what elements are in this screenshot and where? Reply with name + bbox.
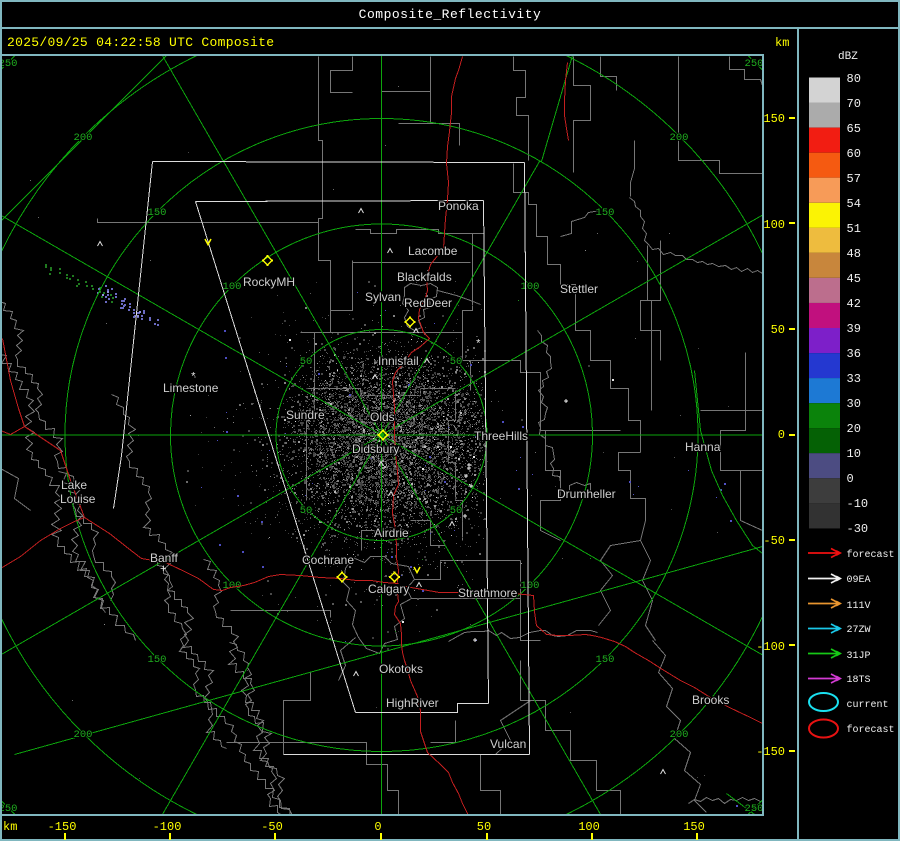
svg-text:20: 20: [847, 422, 861, 436]
svg-text:50: 50: [450, 356, 463, 368]
svg-text:Stettler: Stettler: [560, 282, 598, 296]
svg-text:57: 57: [847, 172, 861, 186]
svg-text:54: 54: [847, 197, 861, 211]
svg-text:forecast: forecast: [847, 549, 895, 561]
svg-text:50: 50: [300, 356, 313, 368]
svg-text:50: 50: [450, 505, 463, 517]
svg-text:Ponoka: Ponoka: [438, 199, 479, 213]
svg-text:-10: -10: [847, 497, 869, 511]
svg-text:250: 250: [0, 58, 17, 70]
svg-text:Louise: Louise: [60, 492, 96, 506]
svg-text:Drumheller: Drumheller: [557, 487, 616, 501]
svg-text:forecast: forecast: [847, 724, 895, 736]
svg-text:50: 50: [300, 505, 313, 517]
svg-text:250: 250: [0, 803, 17, 815]
svg-text:RockyMH: RockyMH: [243, 275, 295, 289]
svg-text:50: 50: [771, 323, 785, 337]
svg-text:09EA: 09EA: [847, 575, 871, 586]
svg-text:51: 51: [847, 222, 861, 236]
svg-text:-150: -150: [756, 745, 785, 759]
svg-text:2025/09/25 04:22:58 UTC Compos: 2025/09/25 04:22:58 UTC Composite: [7, 35, 274, 50]
svg-text:250: 250: [745, 58, 764, 70]
svg-text:250: 250: [745, 803, 764, 815]
svg-text:10: 10: [847, 447, 861, 461]
svg-text:-150: -150: [48, 820, 77, 834]
svg-text:Calgary: Calgary: [368, 582, 409, 596]
svg-text:150: 150: [596, 207, 615, 219]
svg-text:18TS: 18TS: [847, 675, 871, 686]
svg-text:*: *: [475, 339, 482, 351]
svg-text:-100: -100: [756, 640, 785, 654]
svg-text:150: 150: [596, 654, 615, 666]
svg-text:km: km: [775, 36, 789, 50]
svg-text:150: 150: [763, 112, 785, 126]
svg-text:100: 100: [223, 281, 242, 293]
svg-text:30: 30: [847, 397, 861, 411]
svg-text:36: 36: [847, 347, 861, 361]
svg-text:100: 100: [763, 218, 785, 232]
svg-text:-100: -100: [153, 820, 182, 834]
svg-text:current: current: [847, 700, 889, 711]
svg-text:80: 80: [847, 72, 861, 86]
svg-text:RedDeer: RedDeer: [404, 296, 452, 310]
svg-text:Sundre: Sundre: [286, 408, 325, 422]
svg-text:70: 70: [847, 97, 861, 111]
svg-text:45: 45: [847, 272, 861, 286]
svg-text:0: 0: [374, 820, 381, 834]
svg-text:50: 50: [477, 820, 491, 834]
svg-text:48: 48: [847, 247, 861, 261]
svg-text:Strathmore: Strathmore: [458, 586, 518, 600]
svg-text:27ZW: 27ZW: [847, 625, 871, 636]
svg-text:33: 33: [847, 372, 861, 386]
svg-text:31JP: 31JP: [847, 651, 871, 662]
svg-text:200: 200: [74, 132, 93, 144]
svg-text:Okotoks: Okotoks: [379, 662, 423, 676]
svg-text:Brooks: Brooks: [692, 693, 729, 707]
svg-text:Blackfalds: Blackfalds: [397, 270, 452, 284]
svg-text:Composite_Reflectivity: Composite_Reflectivity: [359, 7, 542, 22]
svg-text:-50: -50: [261, 820, 283, 834]
svg-text:150: 150: [683, 820, 705, 834]
svg-text:ThreeHills: ThreeHills: [474, 429, 528, 443]
svg-text:100: 100: [578, 820, 600, 834]
svg-text:Vulcan: Vulcan: [490, 737, 526, 751]
svg-text:200: 200: [670, 729, 689, 741]
svg-text:0: 0: [778, 428, 785, 442]
svg-text:Olds: Olds: [370, 410, 395, 424]
svg-text:-30: -30: [847, 522, 869, 536]
svg-text:60: 60: [847, 147, 861, 161]
svg-text:+: +: [160, 564, 167, 576]
svg-text:42: 42: [847, 297, 861, 311]
svg-text:65: 65: [847, 122, 861, 136]
svg-text:150: 150: [148, 207, 167, 219]
svg-text:0: 0: [847, 472, 854, 486]
svg-text:Lake: Lake: [61, 478, 87, 492]
svg-text:km: km: [3, 820, 17, 834]
svg-text:39: 39: [847, 322, 861, 336]
svg-text:150: 150: [148, 654, 167, 666]
svg-text:HighRiver: HighRiver: [386, 696, 439, 710]
svg-text:Lacombe: Lacombe: [408, 244, 458, 258]
svg-text:Banff: Banff: [150, 551, 178, 565]
svg-text:Airdrie: Airdrie: [374, 526, 409, 540]
svg-text:100: 100: [521, 580, 540, 592]
svg-text:200: 200: [74, 729, 93, 741]
svg-text:-50: -50: [763, 534, 785, 548]
svg-text:Innisfail: Innisfail: [378, 354, 419, 368]
svg-text:Didsbury: Didsbury: [352, 442, 399, 456]
svg-text:100: 100: [521, 281, 540, 293]
svg-text:111V: 111V: [847, 601, 871, 612]
svg-text:200: 200: [670, 132, 689, 144]
svg-text:Limestone: Limestone: [163, 381, 219, 395]
svg-text:Sylvan: Sylvan: [365, 290, 401, 304]
svg-text:Cochrane: Cochrane: [302, 553, 354, 567]
svg-text:dBZ: dBZ: [838, 51, 858, 63]
svg-text:Hanna: Hanna: [685, 440, 721, 454]
